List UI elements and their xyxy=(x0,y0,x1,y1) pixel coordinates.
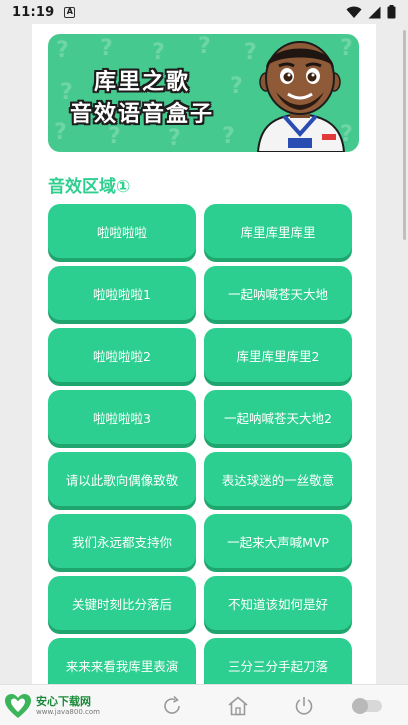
sound-button[interactable]: 啦啦啦啦3 xyxy=(48,390,196,444)
scrollbar[interactable] xyxy=(403,30,406,240)
watermark-url: www.java800.com xyxy=(36,707,100,716)
toggle-icon[interactable] xyxy=(350,694,384,718)
sound-button[interactable]: 三分三分手起刀落 xyxy=(204,638,352,684)
sound-button[interactable]: 关键时刻比分落后 xyxy=(48,576,196,630)
sound-button[interactable]: 我们永远都支持你 xyxy=(48,514,196,568)
heart-logo-icon xyxy=(5,694,31,718)
sound-button[interactable]: 表达球迷的一丝敬意 xyxy=(204,452,352,506)
refresh-icon[interactable] xyxy=(160,694,184,718)
battery-icon xyxy=(387,5,396,19)
home-icon[interactable] xyxy=(226,694,250,718)
status-time: 11:19 xyxy=(12,4,55,20)
sound-button[interactable]: 请以此歌向偶像致敬 xyxy=(48,452,196,506)
watermark-logo: 安心下载网 www.java800.com xyxy=(4,693,100,719)
signal-icon xyxy=(368,6,381,18)
sound-button[interactable]: 库里库里库里2 xyxy=(204,328,352,382)
sound-button[interactable]: 啦啦啦啦 xyxy=(48,204,196,258)
sound-button[interactable]: 一起呐喊苍天大地 xyxy=(204,266,352,320)
sound-button[interactable]: 库里库里库里 xyxy=(204,204,352,258)
bottom-nav-bar: 安心下载网 www.java800.com xyxy=(0,684,408,725)
section-title: 音效区域① xyxy=(48,177,131,197)
sound-button[interactable]: 来来来看我库里表演 xyxy=(48,638,196,684)
content-card: ? ? ? ? ? ? ? ? ? ? ? ? ? 库里之歌 音效语音盒子 音效… xyxy=(32,24,376,684)
sound-button[interactable]: 啦啦啦啦2 xyxy=(48,328,196,382)
banner-title-line2: 音效语音盒子 xyxy=(70,102,215,127)
wifi-icon xyxy=(346,6,362,18)
power-icon[interactable] xyxy=(292,694,316,718)
notification-icon: A xyxy=(64,6,76,18)
sound-button[interactable]: 啦啦啦啦1 xyxy=(48,266,196,320)
hero-banner: ? ? ? ? ? ? ? ? ? ? ? ? ? 库里之歌 音效语音盒子 xyxy=(48,34,359,152)
player-illustration xyxy=(256,41,346,152)
sound-button[interactable]: 一起来大声喊MVP xyxy=(204,514,352,568)
status-bar: 11:19 A xyxy=(0,0,408,24)
sound-button[interactable]: 一起呐喊苍天大地2 xyxy=(204,390,352,444)
watermark-name: 安心下载网 xyxy=(36,694,91,708)
banner-title-line1: 库里之歌 xyxy=(94,70,191,95)
sound-button[interactable]: 不知道该如何是好 xyxy=(204,576,352,630)
